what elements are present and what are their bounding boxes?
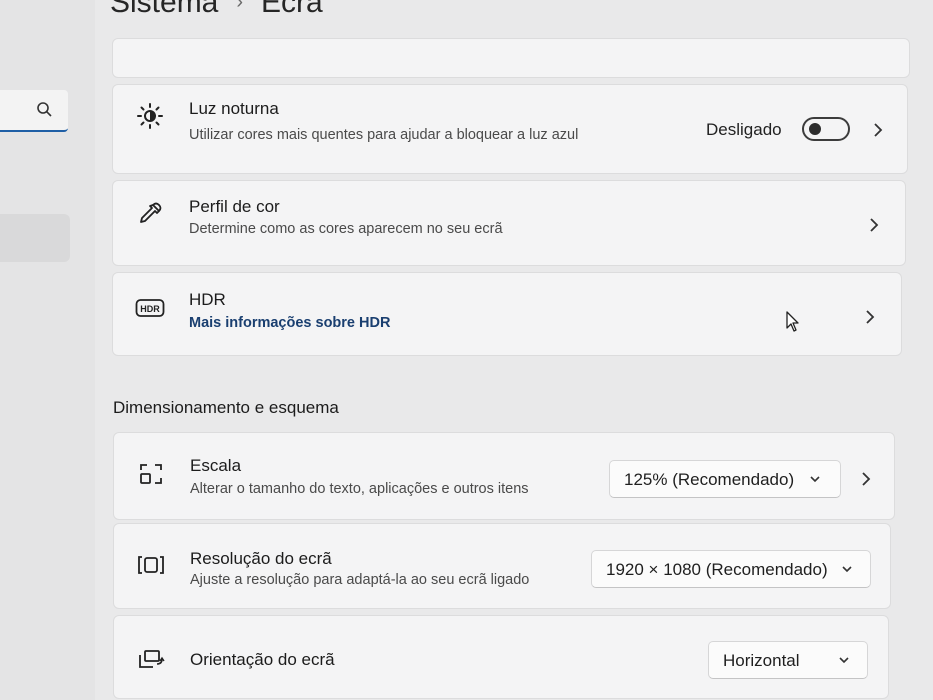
breadcrumb-separator-icon: › xyxy=(236,0,244,13)
sidebar-item-selected[interactable] xyxy=(0,214,70,262)
chevron-down-icon xyxy=(837,652,851,666)
resolution-dropdown-value: 1920 × 1080 (Recomendado) xyxy=(606,560,828,579)
chevron-right-icon[interactable] xyxy=(871,120,885,140)
night-light-subtitle: Utilizar cores mais quentes para ajudar … xyxy=(189,127,579,143)
chevron-right-icon[interactable] xyxy=(863,307,877,327)
previous-card[interactable] xyxy=(112,38,910,78)
color-profile-title: Perfil de cor xyxy=(189,197,280,216)
hdr-icon: HDR xyxy=(135,293,165,323)
section-title: Dimensionamento e esquema xyxy=(113,398,339,417)
breadcrumb-section[interactable]: Sistema xyxy=(110,0,218,19)
hdr-card[interactable]: HDR HDR Mais informações sobre HDR xyxy=(112,272,902,356)
night-light-card[interactable]: Luz noturna Utilizar cores mais quentes … xyxy=(112,84,908,174)
resolution-card[interactable]: Resolução do ecrã Ajuste a resolução par… xyxy=(113,523,891,609)
search-box[interactable] xyxy=(0,90,68,132)
scale-subtitle: Alterar o tamanho do texto, aplicações e… xyxy=(190,481,529,497)
scale-dropdown-value: 125% (Recomendado) xyxy=(624,470,795,489)
search-icon[interactable] xyxy=(36,101,54,119)
night-light-status: Desligado xyxy=(706,120,782,139)
hdr-link-text[interactable]: Mais informações sobre HDR xyxy=(189,315,390,331)
breadcrumb: Sistema › Ecrã xyxy=(110,0,323,20)
orientation-dropdown[interactable]: Horizontal xyxy=(708,641,868,679)
brightness-icon xyxy=(135,101,165,131)
orientation-title: Orientação do ecrã xyxy=(190,650,335,669)
resolution-subtitle: Ajuste a resolução para adaptá-la ao seu… xyxy=(190,572,530,588)
scale-card[interactable]: Escala Alterar o tamanho do texto, aplic… xyxy=(113,432,895,520)
color-profile-card[interactable]: Perfil de cor Determine como as cores ap… xyxy=(112,180,906,266)
hdr-title: HDR xyxy=(189,290,226,309)
hdr-icon-text: HDR xyxy=(140,304,160,314)
orientation-card[interactable]: Orientação do ecrã Horizontal xyxy=(113,615,889,699)
scale-icon xyxy=(136,459,166,489)
sidebar xyxy=(0,0,95,700)
chevron-right-icon[interactable] xyxy=(859,469,873,489)
toggle-knob xyxy=(809,123,821,135)
hdr-info-link[interactable]: Mais informações sobre HDR xyxy=(189,315,390,331)
scale-title: Escala xyxy=(190,456,242,475)
mouse-cursor-icon xyxy=(785,310,801,334)
chevron-right-icon[interactable] xyxy=(867,215,881,235)
orientation-icon xyxy=(136,644,166,674)
orientation-dropdown-value: Horizontal xyxy=(723,651,800,670)
resolution-icon xyxy=(136,550,166,580)
night-light-toggle[interactable] xyxy=(802,117,850,141)
chevron-down-icon xyxy=(808,471,822,485)
resolution-dropdown[interactable]: 1920 × 1080 (Recomendado) xyxy=(591,550,871,588)
page-title: Ecrã xyxy=(261,0,323,19)
night-light-title: Luz noturna xyxy=(189,99,279,118)
resolution-title: Resolução do ecrã xyxy=(190,549,332,568)
chevron-down-icon xyxy=(840,561,854,575)
color-profile-subtitle: Determine como as cores aparecem no seu … xyxy=(189,221,503,237)
eyedropper-icon xyxy=(135,199,165,229)
scale-dropdown[interactable]: 125% (Recomendado) xyxy=(609,460,841,498)
